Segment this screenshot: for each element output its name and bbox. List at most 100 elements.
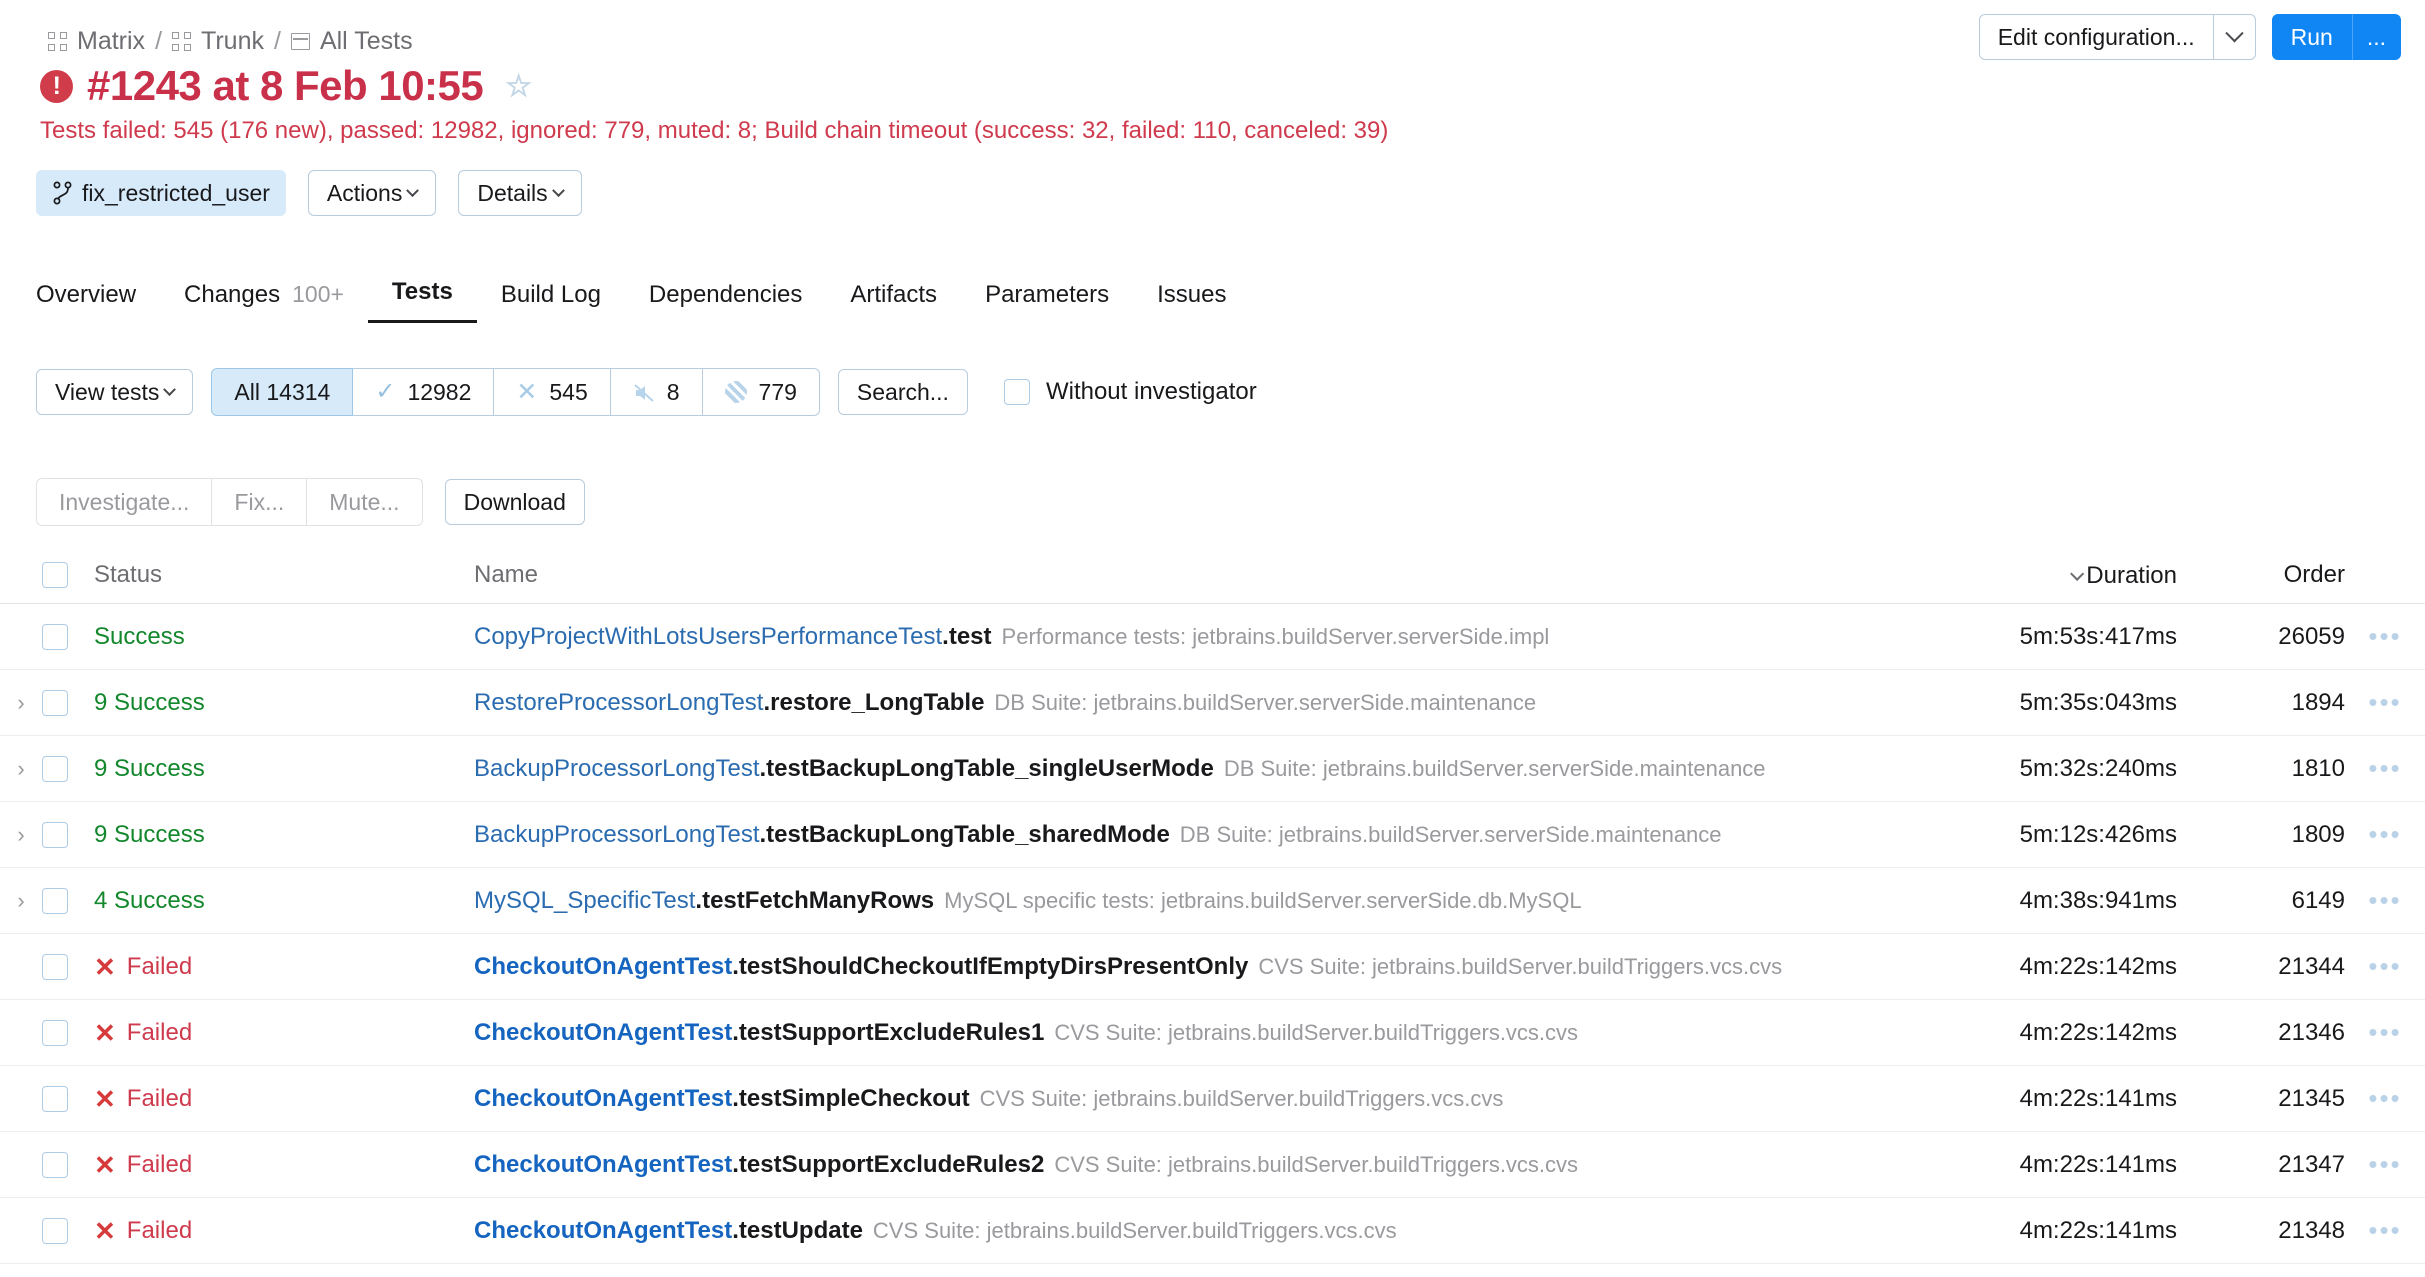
row-select-checkbox[interactable]	[42, 953, 68, 980]
test-class-name[interactable]: BackupProcessorLongTest	[474, 821, 760, 848]
test-method-name[interactable]: .testBackupLongTable_singleUserMode	[760, 755, 1214, 782]
column-header-duration[interactable]: Duration	[1895, 560, 2195, 590]
table-row[interactable]: › 9 Success RestoreProcessorLongTest.resto…	[0, 670, 2425, 736]
investigate-button[interactable]: Investigate...	[36, 478, 213, 526]
breadcrumb-item-all-tests[interactable]: All Tests	[290, 27, 413, 56]
filter-passed-button[interactable]: ✓ 12982	[353, 368, 495, 416]
table-row[interactable]: ✕ Failed CheckoutOnAgentTest.testSupportEx…	[0, 1000, 2425, 1066]
table-row[interactable]: Success CopyProjectWithLotsUsersPerforman…	[0, 604, 2425, 670]
test-method-name[interactable]: .testFetchManyRows	[695, 887, 934, 914]
row-select-checkbox[interactable]	[42, 1151, 68, 1178]
table-row[interactable]: › 9 Success BackupProcessorLongTest.testBa…	[0, 736, 2425, 802]
filter-failed-button[interactable]: ✕ 545	[494, 368, 611, 416]
row-select-checkbox[interactable]	[42, 821, 68, 848]
row-select-checkbox[interactable]	[42, 1019, 68, 1046]
row-menu-icon[interactable]: •••	[2345, 1215, 2425, 1246]
tab-build-log[interactable]: Build Log	[477, 281, 625, 323]
test-class-name[interactable]: BackupProcessorLongTest	[474, 755, 760, 782]
edit-configuration-button[interactable]: Edit configuration...	[1978, 14, 2214, 60]
row-test-name-cell[interactable]: RestoreProcessorLongTest.restore_LongTab…	[474, 689, 1895, 717]
run-button[interactable]: Run	[2271, 14, 2352, 60]
row-select-checkbox[interactable]	[42, 623, 68, 650]
row-test-name-cell[interactable]: CopyProjectWithLotsUsersPerformanceTest.…	[474, 623, 1895, 651]
edit-configuration-dropdown-button[interactable]	[2213, 14, 2256, 60]
tab-artifacts[interactable]: Artifacts	[826, 281, 961, 323]
row-menu-icon[interactable]: •••	[2345, 951, 2425, 982]
tab-changes[interactable]: Changes 100+	[160, 281, 368, 323]
view-tests-button[interactable]: View tests	[36, 369, 194, 415]
column-header-status[interactable]: Status	[94, 561, 474, 589]
row-test-name-cell[interactable]: BackupProcessorLongTest.testBackupLongTa…	[474, 821, 1895, 849]
download-button[interactable]: Download	[444, 479, 585, 525]
tab-overview[interactable]: Overview	[36, 281, 160, 323]
test-method-name[interactable]: .restore_LongTable	[763, 689, 984, 716]
test-method-name[interactable]: .testSupportExcludeRules2	[732, 1151, 1044, 1178]
expand-row-icon[interactable]: ›	[0, 690, 42, 716]
expand-row-icon[interactable]: ›	[0, 756, 42, 782]
test-class-name[interactable]: CheckoutOnAgentTest	[474, 1151, 732, 1178]
test-method-name[interactable]: .test	[942, 623, 991, 650]
table-row[interactable]: ✕ Failed CheckoutOnAgentTest.testSimpleChe…	[0, 1066, 2425, 1132]
row-test-name-cell[interactable]: MySQL_SpecificTest.testFetchManyRows MySQ…	[474, 887, 1895, 915]
filter-ignored-button[interactable]: 779	[702, 368, 820, 416]
table-row[interactable]: › 4 Success MySQL_SpecificTest.testFetchMa…	[0, 868, 2425, 934]
fix-button[interactable]: Fix...	[212, 478, 308, 526]
row-menu-icon[interactable]: •••	[2345, 687, 2425, 718]
row-menu-icon[interactable]: •••	[2345, 621, 2425, 652]
row-select-checkbox[interactable]	[42, 689, 68, 716]
test-class-name[interactable]: RestoreProcessorLongTest	[474, 689, 763, 716]
search-input[interactable]: Search...	[837, 369, 968, 415]
row-test-name-cell[interactable]: CheckoutOnAgentTest.testShouldCheckoutIf…	[474, 953, 1895, 981]
breadcrumb-item-matrix[interactable]: Matrix	[48, 27, 145, 56]
actions-button[interactable]: Actions	[307, 170, 437, 216]
test-class-name[interactable]: CheckoutOnAgentTest	[474, 1019, 732, 1046]
row-test-name-cell[interactable]: CheckoutOnAgentTest.testSupportExcludeRu…	[474, 1019, 1895, 1047]
row-select-checkbox[interactable]	[42, 1085, 68, 1112]
filter-all-button[interactable]: All 14314	[211, 368, 354, 416]
filter-muted-button[interactable]: 8	[610, 368, 703, 416]
column-header-order[interactable]: Order	[2195, 561, 2345, 589]
row-menu-icon[interactable]: •••	[2345, 885, 2425, 916]
expand-row-icon[interactable]: ›	[0, 822, 42, 848]
row-select-checkbox[interactable]	[42, 755, 68, 782]
row-test-name-cell[interactable]: CheckoutOnAgentTest.testSimpleCheckout CV…	[474, 1085, 1895, 1113]
column-header-name[interactable]: Name	[474, 561, 1895, 589]
expand-row-icon[interactable]: ›	[0, 888, 42, 914]
row-menu-icon[interactable]: •••	[2345, 753, 2425, 784]
test-class-name[interactable]: MySQL_SpecificTest	[474, 887, 695, 914]
row-test-name-cell[interactable]: BackupProcessorLongTest.testBackupLongTa…	[474, 755, 1895, 783]
tab-issues[interactable]: Issues	[1133, 281, 1250, 323]
row-select-checkbox[interactable]	[42, 1217, 68, 1244]
breadcrumb-item-trunk[interactable]: Trunk	[172, 27, 264, 56]
tab-dependencies[interactable]: Dependencies	[625, 281, 826, 323]
row-select-checkbox[interactable]	[42, 887, 68, 914]
table-row[interactable]: › 9 Success BackupProcessorLongTest.testBa…	[0, 802, 2425, 868]
test-class-name[interactable]: CheckoutOnAgentTest	[474, 1217, 732, 1244]
row-test-name-cell[interactable]: CheckoutOnAgentTest.testSupportExcludeRu…	[474, 1151, 1895, 1179]
row-menu-icon[interactable]: •••	[2345, 1017, 2425, 1048]
row-menu-icon[interactable]: •••	[2345, 819, 2425, 850]
row-test-name-cell[interactable]: CheckoutOnAgentTest.testUpdate CVS Suite:…	[474, 1217, 1895, 1245]
without-investigator-checkbox[interactable]	[1003, 379, 1030, 405]
table-row[interactable]: ✕ Failed CheckoutOnAgentTest.testShouldChe…	[0, 934, 2425, 1000]
test-class-name[interactable]: CopyProjectWithLotsUsersPerformanceTest	[474, 623, 942, 650]
tab-tests[interactable]: Tests	[367, 278, 477, 323]
row-menu-icon[interactable]: •••	[2345, 1149, 2425, 1180]
test-class-name[interactable]: CheckoutOnAgentTest	[474, 953, 732, 980]
branch-chip[interactable]: fix_restricted_user	[36, 170, 286, 216]
table-row[interactable]: ✕ Failed CheckoutOnAgentTest.testSupportEx…	[0, 1132, 2425, 1198]
favorite-star-icon[interactable]: ☆	[505, 69, 532, 104]
test-method-name[interactable]: .testShouldCheckoutIfEmptyDirsPresentOnl…	[732, 953, 1248, 980]
test-method-name[interactable]: .testUpdate	[732, 1217, 863, 1244]
row-menu-icon[interactable]: •••	[2345, 1083, 2425, 1114]
tab-parameters[interactable]: Parameters	[961, 281, 1133, 323]
test-class-name[interactable]: CheckoutOnAgentTest	[474, 1085, 732, 1112]
select-all-checkbox[interactable]	[42, 561, 68, 588]
table-row[interactable]: ✕ Failed CheckoutOnAgentTest.testUpdate CVS…	[0, 1198, 2425, 1264]
test-method-name[interactable]: .testSupportExcludeRules1	[732, 1019, 1044, 1046]
run-more-button[interactable]: ...	[2351, 14, 2401, 60]
test-method-name[interactable]: .testSimpleCheckout	[732, 1085, 969, 1112]
test-method-name[interactable]: .testBackupLongTable_sharedMode	[760, 821, 1170, 848]
details-button[interactable]: Details	[458, 170, 582, 216]
mute-button[interactable]: Mute...	[307, 478, 423, 526]
